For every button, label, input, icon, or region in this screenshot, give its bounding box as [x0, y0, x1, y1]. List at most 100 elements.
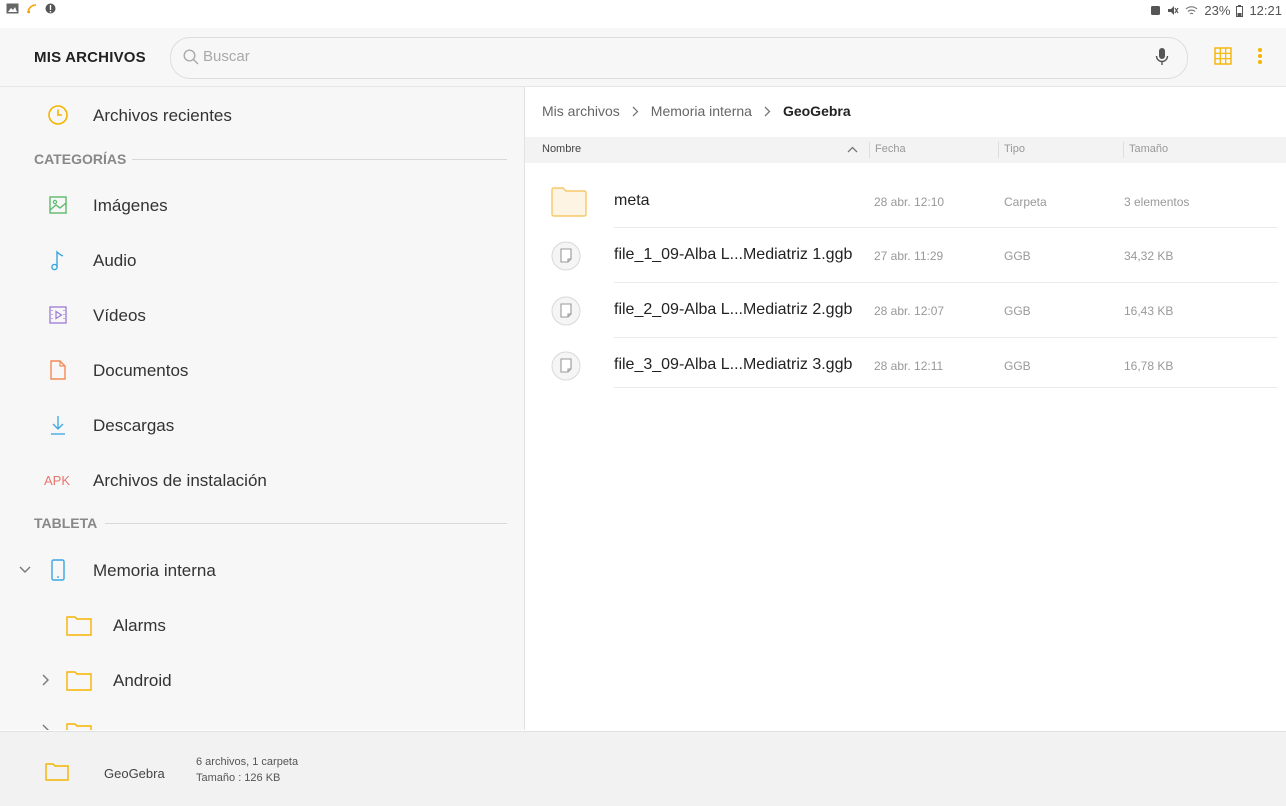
folder-summary: 6 archivos, 1 carpeta	[196, 756, 299, 768]
folder-icon	[551, 187, 587, 217]
sidebar-item-images[interactable]: Imágenes	[0, 180, 524, 230]
file-size: 16,78 KB	[1124, 359, 1174, 373]
sidebar-item-label: Vídeos	[93, 306, 146, 325]
folder-size: Tamaño : 126 KB	[196, 772, 281, 784]
sidebar-item-partial[interactable]	[0, 710, 524, 730]
search-bar[interactable]	[170, 37, 1188, 79]
column-header: Nombre Fecha Tipo Tamaño	[525, 137, 1286, 163]
sidebar-item-installation-files[interactable]: APK Archivos de instalación	[0, 455, 524, 505]
sidebar-item-label: Alarms	[113, 616, 166, 635]
app-title: MIS ARCHIVOS	[34, 49, 146, 66]
search-input[interactable]	[203, 48, 1103, 65]
video-icon	[49, 306, 67, 324]
breadcrumb: Mis archivos Memoria interna GeoGebra	[542, 103, 851, 119]
app-header: MIS ARCHIVOS	[0, 28, 1286, 87]
sidebar-item-label: Documentos	[93, 361, 189, 380]
categories-header: CATEGORÍAS	[34, 151, 127, 167]
chevron-down-icon[interactable]	[19, 566, 31, 574]
sidebar-item-label: Archivos recientes	[93, 106, 232, 125]
file-icon	[551, 241, 581, 271]
sidebar-item-label: Descargas	[93, 416, 175, 435]
tablet-icon	[51, 559, 65, 581]
tablet-divider	[105, 523, 507, 524]
mute-status-icon	[1168, 6, 1179, 15]
file-row[interactable]: file_1_09-Alba L...Mediatriz 1.ggb 27 ab…	[525, 228, 1286, 283]
chevron-right-icon	[632, 106, 639, 116]
folder-icon	[66, 723, 92, 730]
sidebar-item-recent[interactable]: Archivos recientes	[0, 90, 524, 140]
file-date: 27 abr. 11:29	[874, 249, 944, 263]
column-type[interactable]: Tipo	[1004, 143, 1025, 155]
file-name: meta	[614, 192, 650, 209]
clock-icon	[48, 105, 68, 125]
chevron-right-icon	[764, 106, 771, 116]
chevron-right-icon[interactable]	[42, 674, 50, 686]
alert-notification-icon	[45, 3, 56, 14]
column-divider	[998, 142, 999, 158]
search-icon	[183, 49, 199, 65]
column-size[interactable]: Tamaño	[1129, 143, 1168, 155]
file-list-panel: Mis archivos Memoria interna GeoGebra No…	[525, 87, 1286, 730]
battery-icon	[1236, 4, 1244, 17]
column-divider	[869, 142, 870, 158]
apk-icon: APK	[44, 473, 71, 488]
file-icon	[551, 296, 581, 326]
folder-icon	[66, 616, 92, 636]
microphone-icon[interactable]	[1155, 47, 1169, 67]
sidebar-item-label: Imágenes	[93, 196, 168, 215]
sidebar-item-android[interactable]: Android	[0, 655, 524, 705]
file-row[interactable]: meta 28 abr. 12:10 Carpeta 3 elementos	[525, 174, 1286, 229]
file-size: 34,32 KB	[1124, 249, 1174, 263]
file-date: 28 abr. 12:10	[874, 195, 945, 209]
file-row[interactable]: file_3_09-Alba L...Mediatriz 3.ggb 28 ab…	[525, 338, 1286, 393]
column-divider	[1123, 142, 1124, 158]
file-name: file_2_09-Alba L...Mediatriz 2.ggb	[614, 301, 853, 318]
cast-notification-icon	[27, 3, 37, 13]
file-size: 3 elementos	[1124, 195, 1190, 209]
sidebar-item-alarms[interactable]: Alarms	[0, 600, 524, 650]
sort-ascending-icon[interactable]	[847, 146, 858, 153]
more-options-icon[interactable]	[1257, 47, 1263, 65]
download-icon	[51, 416, 65, 435]
column-date[interactable]: Fecha	[875, 143, 906, 155]
file-row[interactable]: file_2_09-Alba L...Mediatriz 2.ggb 28 ab…	[525, 283, 1286, 338]
file-date: 28 abr. 12:07	[874, 304, 945, 318]
file-type: Carpeta	[1004, 195, 1047, 209]
sidebar-item-label: Archivos de instalación	[93, 471, 267, 490]
current-folder-name: GeoGebra	[104, 766, 165, 781]
file-size: 16,43 KB	[1124, 304, 1174, 318]
status-bar: 23% 12:21	[0, 0, 1286, 22]
sidebar: Archivos recientes CATEGORÍAS Imágenes A…	[0, 87, 525, 730]
sidebar-item-videos[interactable]: Vídeos	[0, 290, 524, 340]
music-note-icon	[51, 250, 64, 271]
sidebar-item-label: Android	[113, 671, 172, 690]
breadcrumb-root[interactable]: Mis archivos	[542, 103, 620, 119]
sidebar-item-internal-storage[interactable]: Memoria interna	[0, 545, 524, 595]
sidebar-item-audio[interactable]: Audio	[0, 235, 524, 285]
gallery-notification-icon	[6, 3, 19, 14]
file-date: 28 abr. 12:11	[874, 359, 944, 373]
battery-percentage: 23%	[1204, 3, 1231, 18]
image-icon	[49, 196, 67, 214]
sidebar-item-label: Memoria interna	[93, 561, 216, 580]
sidebar-item-downloads[interactable]: Descargas	[0, 400, 524, 450]
sidebar-item-documents[interactable]: Documentos	[0, 345, 524, 395]
folder-icon	[66, 671, 92, 691]
tablet-header: TABLETA	[34, 515, 98, 531]
sidebar-item-label: Audio	[93, 251, 137, 270]
breadcrumb-current: GeoGebra	[782, 103, 851, 119]
breadcrumb-middle[interactable]: Memoria interna	[651, 103, 752, 119]
categories-divider	[132, 159, 507, 160]
file-name: file_3_09-Alba L...Mediatriz 3.ggb	[614, 356, 853, 373]
wifi-status-icon	[1186, 6, 1198, 15]
file-icon	[551, 351, 581, 381]
chevron-right-icon[interactable]	[42, 724, 50, 730]
document-icon	[50, 360, 66, 380]
grid-view-icon[interactable]	[1214, 47, 1232, 65]
row-divider	[614, 387, 1278, 388]
column-name[interactable]: Nombre	[542, 143, 581, 155]
clock: 12:21	[1249, 3, 1282, 18]
selection-info-bar: GeoGebra 6 archivos, 1 carpeta Tamaño : …	[0, 731, 1286, 806]
file-type: GGB	[1004, 359, 1031, 373]
file-name: file_1_09-Alba L...Mediatriz 1.ggb	[614, 246, 853, 263]
